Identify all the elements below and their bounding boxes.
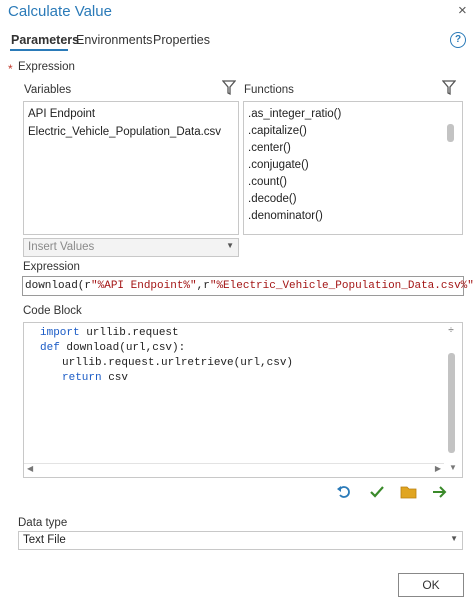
insert-values-dropdown[interactable]: Insert Values ▼ xyxy=(23,238,239,257)
expression-section-label: Expression xyxy=(18,61,75,73)
functions-scrollbar-thumb[interactable] xyxy=(447,124,454,142)
insert-values-text: Insert Values xyxy=(28,241,95,253)
code-line: def download(url,csv): xyxy=(40,342,186,354)
filter-functions-icon[interactable] xyxy=(441,80,457,99)
chevron-down-icon: ▼ xyxy=(450,534,458,543)
tab-parameters[interactable]: Parameters xyxy=(11,33,79,47)
data-type-label: Data type xyxy=(18,517,68,529)
close-icon[interactable]: × xyxy=(458,3,467,18)
help-icon[interactable]: ? xyxy=(450,32,466,48)
data-type-value: Text File xyxy=(23,534,66,546)
expression-input[interactable]: download(r"%API Endpoint%",r"%Electric_V… xyxy=(22,276,474,296)
arrow-right-icon[interactable] xyxy=(432,484,448,504)
expression-label: Expression xyxy=(23,261,80,273)
filter-variables-icon[interactable] xyxy=(221,80,237,99)
tab-properties[interactable]: Properties xyxy=(153,33,210,47)
code-block-editor[interactable]: import urllib.request def download(url,c… xyxy=(23,322,463,478)
code-horizontal-scrollbar[interactable]: ◀ ▶ xyxy=(24,463,444,476)
function-item[interactable]: .decode() xyxy=(248,193,297,205)
variables-label: Variables xyxy=(24,84,72,96)
data-type-dropdown[interactable]: Text File ▼ xyxy=(18,531,463,550)
function-item[interactable]: .center() xyxy=(248,142,291,154)
active-tab-indicator xyxy=(10,49,68,51)
required-marker: * xyxy=(8,62,13,76)
checkmark-icon[interactable] xyxy=(369,484,385,504)
scroll-right-icon[interactable]: ▶ xyxy=(435,464,441,473)
code-line: import urllib.request xyxy=(40,327,179,339)
functions-list[interactable]: .as_integer_ratio() .capitalize() .cente… xyxy=(243,101,463,235)
code-vertical-scrollbar-thumb[interactable] xyxy=(448,353,455,453)
function-item[interactable]: .count() xyxy=(248,176,287,188)
undo-icon[interactable] xyxy=(336,484,352,504)
scroll-left-icon[interactable]: ◀ xyxy=(27,464,33,473)
functions-label: Functions xyxy=(244,84,294,96)
code-block-label: Code Block xyxy=(23,305,82,317)
function-item[interactable]: .as_integer_ratio() xyxy=(248,108,341,120)
function-item[interactable]: .capitalize() xyxy=(248,125,307,137)
expression-text: download(r"%API Endpoint%",r"%Electric_V… xyxy=(25,280,474,292)
function-item[interactable]: .denominator() xyxy=(248,210,323,222)
function-item[interactable]: .conjugate() xyxy=(248,159,309,171)
ok-button[interactable]: OK xyxy=(398,573,464,597)
code-line: urllib.request.urlretrieve(url,csv) xyxy=(62,357,294,369)
split-view-icon[interactable]: ÷ xyxy=(444,325,458,339)
code-line: return csv xyxy=(62,372,129,384)
variables-list[interactable]: API Endpoint Electric_Vehicle_Population… xyxy=(23,101,239,235)
scroll-down-icon[interactable]: ▼ xyxy=(449,463,457,472)
variable-item-api-endpoint[interactable]: API Endpoint xyxy=(28,108,95,120)
variable-item-csv[interactable]: Electric_Vehicle_Population_Data.csv xyxy=(28,126,221,138)
function-item-partial: . . . . xyxy=(248,227,271,235)
folder-icon[interactable] xyxy=(400,484,418,504)
tab-environments[interactable]: Environments xyxy=(76,33,152,47)
chevron-down-icon: ▼ xyxy=(226,241,234,250)
window-title: Calculate Value xyxy=(8,3,112,20)
